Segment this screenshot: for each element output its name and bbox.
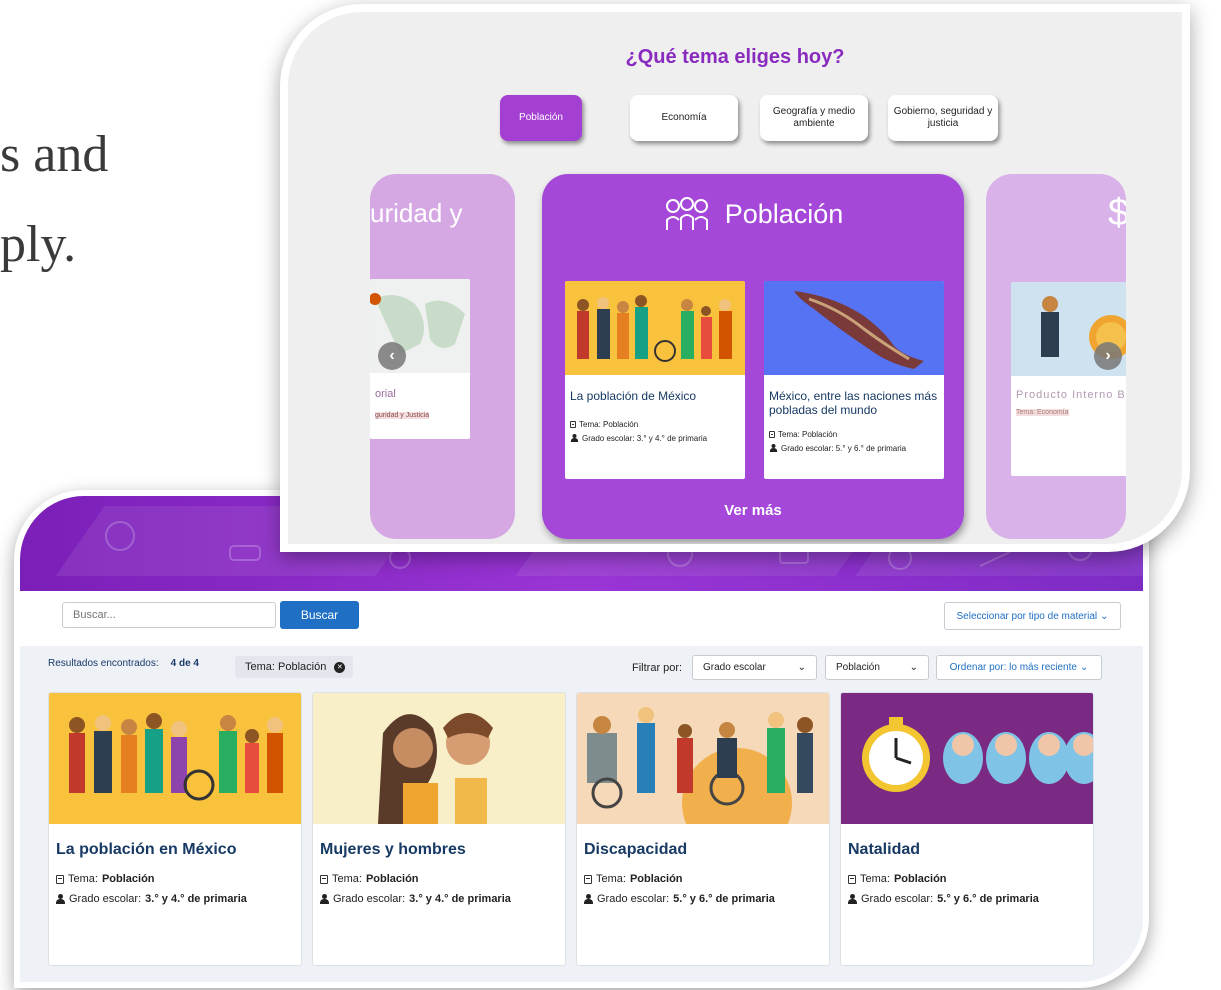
card-title[interactable]: Mujeres y hombres	[320, 841, 466, 859]
page-title: ¿Qué tema eliges hoy?	[625, 46, 845, 68]
active-filter-label: Tema: Población	[245, 661, 327, 673]
mini-card-title: orial	[375, 388, 396, 400]
card-title[interactable]: Natalidad	[848, 841, 920, 859]
material-card[interactable]: Mujeres y hombres Tema: Población Grado e…	[312, 692, 566, 966]
card-grade: Grado escolar: 3.° y 4.° de primaria	[56, 893, 247, 905]
background-text-line-1: s and	[0, 126, 109, 183]
book-icon	[769, 431, 775, 438]
topic-filter-value: Población	[836, 662, 880, 673]
user-icon	[848, 894, 857, 904]
book-icon	[56, 874, 64, 884]
material-card[interactable]: La población en México Tema: Población Gr…	[48, 692, 302, 966]
background-text-line-2: ply.	[0, 216, 77, 273]
topic-card-heading-row: Población	[542, 196, 964, 232]
card-illustration-people	[49, 693, 301, 824]
material-type-label: Seleccionar por tipo de material	[956, 610, 1098, 622]
card-topic: Tema: Población	[56, 873, 155, 885]
user-icon	[769, 444, 778, 452]
tab-economia[interactable]: Economía	[630, 95, 738, 141]
user-icon	[56, 894, 65, 904]
card-title[interactable]: La población en México	[56, 841, 236, 859]
see-more-link[interactable]: Ver más	[542, 502, 964, 519]
topic-card-poblacion[interactable]: Población La población de México Tema: P…	[542, 174, 964, 539]
catalog-screenshot: Buscar Seleccionar por tipo de material …	[14, 490, 1149, 988]
search-button[interactable]: Buscar	[280, 601, 359, 629]
book-icon	[848, 874, 856, 884]
active-filter-tag: Tema: Población ✕	[235, 656, 354, 678]
card-grade: Grado escolar: 3.° y 4.° de primaria	[320, 893, 511, 905]
remove-filter-icon[interactable]: ✕	[334, 661, 346, 673]
book-icon	[584, 874, 592, 884]
card-grade: Grado escolar: 5.° y 6.° de primaria	[584, 893, 775, 905]
card-topic: Tema: Población	[320, 873, 419, 885]
mini-illustration-people	[565, 281, 745, 375]
card-topic: Tema: Población	[848, 873, 947, 885]
material-card[interactable]: Discapacidad Tema: Población Grado escola…	[576, 692, 830, 966]
card-illustration-disability	[577, 693, 829, 824]
card-illustration-woman-man	[313, 693, 565, 824]
grade-filter-select[interactable]: Grado escolar ⌄	[692, 655, 817, 680]
grade-filter-value: Grado escolar	[703, 662, 766, 673]
material-type-select[interactable]: Seleccionar por tipo de material ⌄	[944, 602, 1121, 630]
topic-card-heading: Población	[724, 198, 844, 229]
tab-poblacion[interactable]: Población	[500, 95, 582, 141]
card-grade: Grado escolar: 5.° y 6.° de primaria	[848, 893, 1039, 905]
mini-card-title: México, entre las naciones más pobladas …	[769, 389, 938, 417]
mini-card-title: Producto Interno Br	[1016, 389, 1126, 401]
carousel-next-icon[interactable]: ›	[1094, 342, 1122, 370]
book-icon	[320, 874, 328, 884]
tab-geografia[interactable]: Geografía y medio ambiente	[760, 95, 868, 141]
topic-carousel-screenshot: ¿Qué tema eliges hoy? Población Economía…	[280, 4, 1190, 552]
search-input[interactable]	[62, 602, 276, 628]
book-icon	[570, 421, 576, 428]
mini-card-tag: guridad y Justicia	[375, 412, 430, 419]
dollar-icon: $	[1108, 192, 1126, 235]
topic-filter-select[interactable]: Población ⌄	[825, 655, 929, 680]
mini-illustration-mexico-map	[764, 281, 944, 375]
chevron-down-icon: ⌄	[1079, 662, 1089, 673]
mini-card-topic: Tema: Población	[570, 420, 638, 429]
chevron-down-icon: ⌄	[909, 662, 918, 673]
sort-order-select[interactable]: Ordenar por: lo más reciente ⌄	[936, 655, 1102, 680]
mini-card-topic: Tema: Población	[769, 430, 837, 439]
results-count: 4 de 4	[170, 658, 199, 669]
topic-carousel: ¿Qué tema eliges hoy? Población Economía…	[288, 12, 1182, 544]
material-card[interactable]: Natalidad Tema: Población Grado escolar: 5…	[840, 692, 1094, 966]
material-mini-card[interactable]: México, entre las naciones más pobladas …	[764, 281, 944, 479]
population-icon	[665, 197, 708, 230]
chevron-down-icon: ⌄	[797, 662, 806, 673]
results-label: Resultados encontrados:	[48, 658, 159, 669]
user-icon	[584, 894, 593, 904]
mini-card-title: La población de México	[570, 389, 697, 403]
mini-card-grade: Grado escolar: 3.° y 4.° de primaria	[570, 433, 707, 443]
card-illustration-clock-babies	[841, 693, 1093, 824]
mini-card-grade: Grado escolar: 5.° y 6.° de primaria	[769, 443, 906, 453]
chevron-down-icon: ⌄	[1100, 610, 1109, 622]
sort-order-value: Ordenar por: lo más reciente	[949, 662, 1077, 673]
user-icon	[320, 894, 329, 904]
filter-label: Filtrar por:	[632, 662, 683, 674]
tab-gobierno[interactable]: Gobierno, seguridad y justicia	[888, 95, 998, 141]
material-mini-card[interactable]: La población de México Tema: Población G…	[565, 281, 745, 479]
results-summary: Resultados encontrados: 4 de 4	[48, 658, 199, 669]
card-topic: Tema: Población	[584, 873, 683, 885]
user-icon	[570, 434, 579, 442]
card-title[interactable]: Discapacidad	[584, 841, 687, 859]
results-area: Resultados encontrados: 4 de 4 Tema: Pob…	[20, 646, 1143, 982]
search-bar-row: Buscar Seleccionar por tipo de material …	[20, 591, 1143, 646]
mini-card-tag: Tema: Economía	[1016, 409, 1069, 416]
carousel-prev-icon[interactable]: ‹	[378, 342, 406, 370]
topic-card-heading: uridad y	[370, 198, 463, 228]
material-mini-card[interactable]: Producto Interno Br Tema: Economía	[1011, 282, 1126, 476]
